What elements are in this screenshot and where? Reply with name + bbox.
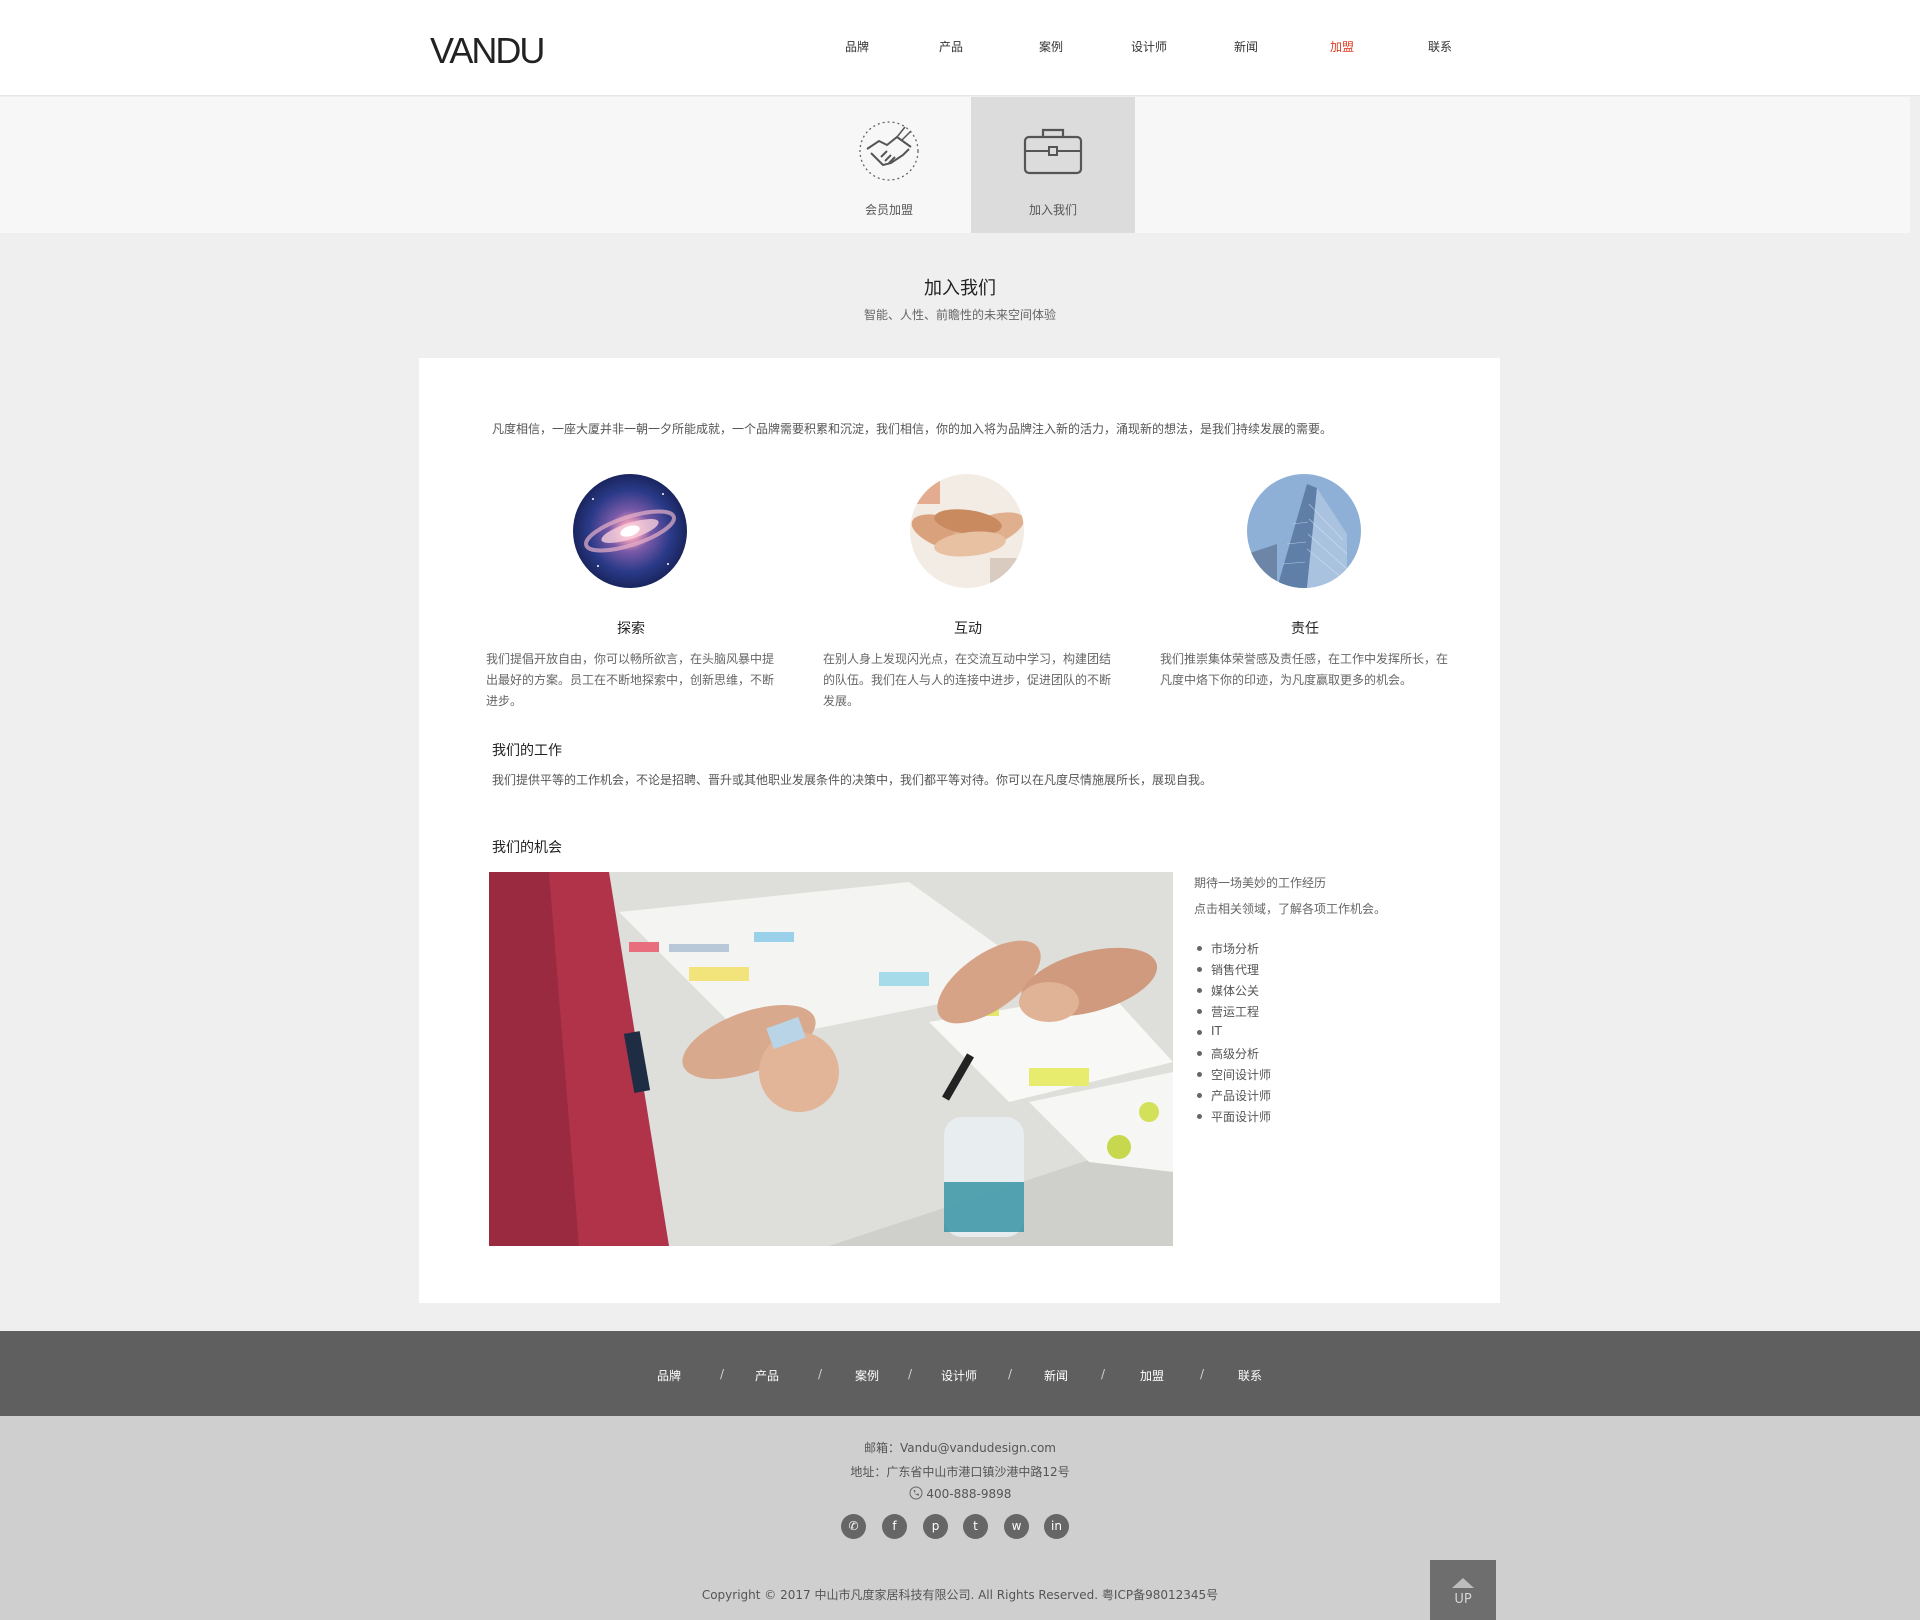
opportunity-list-block: 期待一场美妙的工作经历 点击相关领域，了解各项工作机会。 市场分析 销售代理 媒… [1194, 874, 1474, 1129]
footer-nav-news[interactable]: 新闻 [1044, 1367, 1068, 1384]
job-field-operations[interactable]: 营运工程 [1194, 1003, 1474, 1024]
opportunity-line1: 期待一场美妙的工作经历 [1194, 876, 1327, 890]
nav-item-designers[interactable]: 设计师 [1131, 38, 1167, 55]
feature-responsibility-text: 我们推崇集体荣誉感及责任感，在工作中发挥所长，在凡度中烙下你的印迹，为凡度赢取更… [1160, 652, 1449, 687]
up-arrow-icon [1452, 1578, 1474, 1588]
footer-nav-join[interactable]: 加盟 [1140, 1367, 1164, 1384]
linkedin-icon[interactable]: in [1044, 1514, 1069, 1539]
social-links: ✆ f p t w in [841, 1514, 1081, 1540]
feature-explore-title: 探索 [617, 621, 645, 637]
footer-nav-separator: / [1008, 1367, 1013, 1381]
job-field-sales-agent[interactable]: 销售代理 [1194, 961, 1474, 982]
footer-phone-line: 400-888-9898 [0, 1486, 1920, 1501]
content-panel: 凡度相信，一座大厦并非一朝一夕所能成就，一个品牌需要积累和沉淀，我们相信，你的加… [419, 358, 1500, 1303]
footer-nav-brand[interactable]: 品牌 [657, 1367, 681, 1384]
facebook-icon[interactable]: f [882, 1514, 907, 1539]
tab-join-us[interactable]: 加入我们 [971, 97, 1135, 233]
footer-nav-separator: / [1101, 1367, 1106, 1381]
tab-member-join[interactable]: 会员加盟 [807, 97, 971, 233]
tab-member-join-label: 会员加盟 [864, 203, 913, 217]
our-opportunity-title: 我们的机会 [492, 840, 562, 856]
back-to-top-label: UP [1454, 1592, 1472, 1607]
stacked-hands-image [910, 474, 1024, 588]
nav-item-news[interactable]: 新闻 [1234, 38, 1258, 55]
footer-email: 邮箱：Vandu@vandudesign.com [864, 1441, 1056, 1455]
nav-item-contact[interactable]: 联系 [1428, 38, 1452, 55]
footer-nav-cases[interactable]: 案例 [855, 1367, 879, 1384]
sub-tabs-band: 会员加盟 加入我们 [0, 97, 1910, 233]
site-header: VANDU 品牌 产品 案例 设计师 新闻 加盟 联系 [0, 0, 1920, 96]
opportunity-line2: 点击相关领域，了解各项工作机会。 [1194, 902, 1387, 916]
feature-interact-title: 互动 [954, 621, 982, 637]
nav-item-brand[interactable]: 品牌 [845, 38, 869, 55]
our-work-text: 我们提供平等的工作机会，不论是招聘、晋升或其他职业发展条件的决策中，我们都平等对… [492, 773, 1213, 787]
twitter-icon[interactable]: t [963, 1514, 988, 1539]
tab-join-us-label: 加入我们 [1028, 203, 1077, 217]
job-field-it[interactable]: IT [1194, 1024, 1474, 1045]
briefcase-icon [1023, 128, 1083, 175]
job-field-product-designer[interactable]: 产品设计师 [1194, 1087, 1474, 1108]
skyscraper-image [1247, 474, 1361, 588]
team-meeting-photo [489, 872, 1173, 1246]
footer-nav: 品牌 / 产品 / 案例 / 设计师 / 新闻 / 加盟 / 联系 [0, 1331, 1920, 1416]
nav-item-products[interactable]: 产品 [939, 38, 963, 55]
footer-nav-separator: / [908, 1367, 913, 1381]
back-to-top-button[interactable]: UP [1430, 1560, 1496, 1620]
footer-copyright: Copyright © 2017 中山市凡度家居科技有限公司. All Righ… [701, 1588, 1219, 1602]
job-field-space-designer[interactable]: 空间设计师 [1194, 1066, 1474, 1087]
footer-phone: 400-888-9898 [926, 1487, 1012, 1501]
feature-interact-text: 在别人身上发现闪光点，在交流互动中学习，构建团结的队伍。我们在人与人的连接中进步… [823, 652, 1112, 708]
section-title: 加入我们 [924, 278, 996, 299]
footer-nav-separator: / [818, 1367, 823, 1381]
footer-nav-separator: / [1200, 1367, 1205, 1381]
wechat-icon[interactable]: ✆ [841, 1514, 866, 1539]
section-subtitle: 智能、人性、前瞻性的未来空间体验 [863, 308, 1056, 322]
footer-nav-products[interactable]: 产品 [755, 1367, 779, 1384]
job-field-media-pr[interactable]: 媒体公关 [1194, 982, 1474, 1003]
job-field-graphic-designer[interactable]: 平面设计师 [1194, 1108, 1474, 1129]
galaxy-image [573, 474, 687, 588]
feature-responsibility-title: 责任 [1291, 621, 1319, 637]
handshake-icon [859, 121, 919, 181]
phone-icon [909, 1486, 923, 1500]
job-field-list: 市场分析 销售代理 媒体公关 营运工程 IT 高级分析 空间设计师 产品设计师 … [1194, 940, 1474, 1129]
job-field-senior-analysis[interactable]: 高级分析 [1194, 1045, 1474, 1066]
pinterest-icon[interactable]: p [923, 1514, 948, 1539]
footer-address: 地址：广东省中山市港口镇沙港中路12号 [850, 1465, 1070, 1479]
job-field-market-analysis[interactable]: 市场分析 [1194, 940, 1474, 961]
weibo-icon[interactable]: w [1004, 1514, 1029, 1539]
intro-text: 凡度相信，一座大厦并非一朝一夕所能成就，一个品牌需要积累和沉淀，我们相信，你的加… [492, 422, 1333, 436]
footer-nav-contact[interactable]: 联系 [1238, 1367, 1262, 1384]
footer-nav-separator: / [720, 1367, 725, 1381]
our-work-title: 我们的工作 [492, 743, 562, 759]
nav-item-join[interactable]: 加盟 [1330, 38, 1354, 55]
vandu-logo[interactable]: VANDU [430, 30, 545, 72]
nav-item-cases[interactable]: 案例 [1039, 38, 1063, 55]
footer-nav-designers[interactable]: 设计师 [941, 1367, 977, 1384]
footer-info: 邮箱：Vandu@vandudesign.com 地址：广东省中山市港口镇沙港中… [0, 1416, 1920, 1620]
feature-explore-text: 我们提倡开放自由，你可以畅所欲言，在头脑风暴中提出最好的方案。员工在不断地探索中… [486, 652, 775, 708]
